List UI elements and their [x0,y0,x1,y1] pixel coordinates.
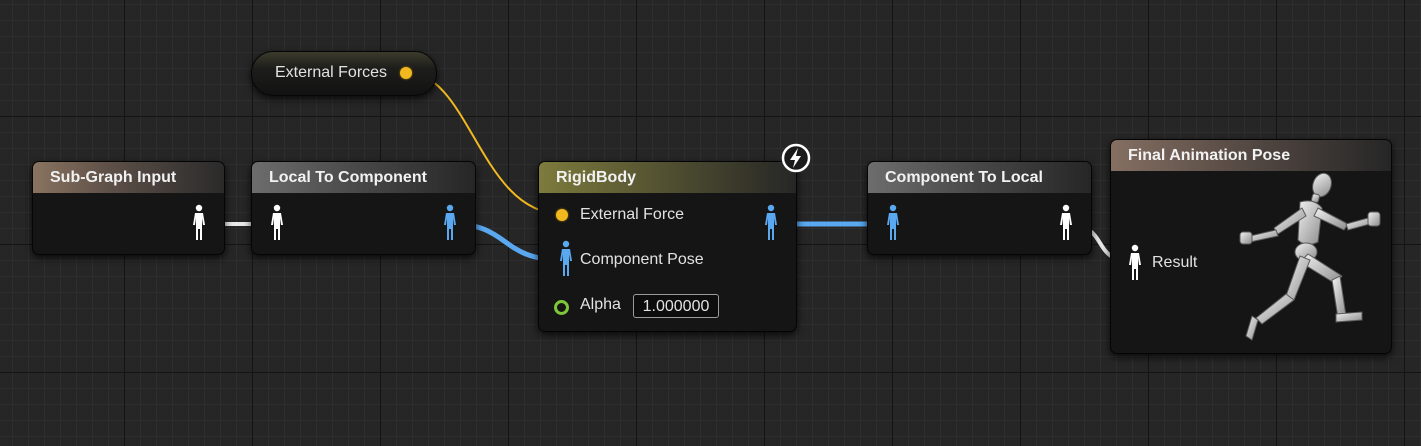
external-force-label: External Force [580,206,685,223]
external-forces-label: External Forces [275,64,388,81]
alpha-label: Alpha [580,296,621,313]
external-forces-output-pin[interactable] [400,67,412,79]
alpha-input-pin[interactable] [554,300,569,315]
pose-white-icon[interactable] [270,204,284,242]
lightning-icon [781,143,811,173]
pose-white-icon[interactable] [1059,204,1073,242]
pose-blue-icon[interactable] [764,204,778,242]
pose-white-icon[interactable] [192,204,206,242]
result-label: Result [1152,254,1198,271]
alpha-value-input[interactable]: 1.000000 [633,294,719,318]
component-to-local-node[interactable]: Component To Local [867,161,1092,255]
component-pose-label: Component Pose [580,251,704,268]
external-forces-node[interactable]: External Forces [251,51,437,96]
component-to-local-title: Component To Local [868,162,1091,193]
pose-blue-icon[interactable] [559,240,573,278]
pose-blue-icon[interactable] [443,204,457,242]
subgraph-input-title: Sub-Graph Input [33,162,224,193]
mannequin-icon [1239,172,1381,341]
local-to-component-title: Local To Component [252,162,475,193]
pose-blue-icon[interactable] [886,204,900,242]
external-force-input-pin[interactable] [556,209,568,221]
local-to-component-node[interactable]: Local To Component [251,161,476,255]
subgraph-input-node[interactable]: Sub-Graph Input [32,161,225,255]
pose-white-icon[interactable] [1128,244,1142,282]
rigidbody-title: RigidBody [539,162,796,193]
final-animation-pose-title: Final Animation Pose [1111,140,1391,171]
